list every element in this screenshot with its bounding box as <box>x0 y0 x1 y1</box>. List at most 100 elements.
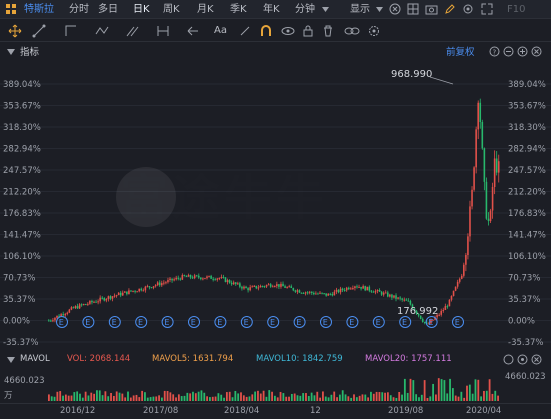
earnings-marker[interactable]: E <box>108 316 121 328</box>
earnings-marker[interactable]: E <box>346 316 359 328</box>
close-circle-icon[interactable] <box>389 3 401 15</box>
volume-bar <box>237 393 240 401</box>
mavol5-value: MAVOL5: 1631.794 <box>152 354 234 364</box>
volume-bar <box>48 394 50 401</box>
collapse-triangle-icon[interactable] <box>7 357 15 363</box>
svg-text:E: E <box>191 318 196 327</box>
volume-bar <box>361 394 364 401</box>
candle <box>376 289 379 292</box>
earnings-marker[interactable]: E <box>399 316 412 328</box>
volume-bar <box>59 391 62 401</box>
earnings-marker[interactable]: E <box>320 316 332 328</box>
close-icon[interactable] <box>531 354 542 365</box>
polyline-tool-icon[interactable] <box>95 24 109 38</box>
trash-icon[interactable] <box>321 24 335 38</box>
high-leader-line <box>429 76 454 85</box>
y-tick-label-left: 70.73% <box>3 274 35 284</box>
help-icon[interactable] <box>503 354 514 365</box>
volume-chart[interactable]: 4660.023 4660.023 万 <box>0 367 551 403</box>
measure-tool-icon[interactable] <box>156 24 170 38</box>
close-icon[interactable] <box>531 46 542 57</box>
earnings-marker[interactable]: E <box>372 316 385 328</box>
y-tick-label-right: 106.10% <box>508 252 546 262</box>
f10-label[interactable]: F10 <box>507 2 525 17</box>
earnings-marker[interactable]: E <box>240 316 253 328</box>
channel-tool-icon[interactable] <box>126 24 140 38</box>
volume-header: MAVOL VOL: 2068.144 MAVOL5: 1631.794 MAV… <box>0 353 551 367</box>
volume-bar <box>257 390 259 401</box>
zoom-in-icon[interactable] <box>517 46 528 57</box>
chevron-down-icon[interactable] <box>376 7 383 12</box>
camera-icon[interactable] <box>425 3 438 15</box>
tab-weekly-k[interactable]: 周K <box>163 2 180 17</box>
volume-bar <box>73 392 76 401</box>
gear-icon[interactable] <box>367 24 381 38</box>
tab-quarterly-k[interactable]: 季K <box>230 2 247 17</box>
display-menu[interactable]: 显示 <box>350 2 370 17</box>
candle <box>48 320 50 322</box>
volume-bar <box>285 396 288 401</box>
zoom-out-icon[interactable] <box>503 46 514 57</box>
tab-yearly-k[interactable]: 年K <box>263 2 280 17</box>
candle <box>485 181 488 219</box>
earnings-marker[interactable]: E <box>188 316 200 328</box>
volume-title[interactable]: MAVOL <box>20 354 50 364</box>
line-tool-icon[interactable] <box>32 24 46 38</box>
pencil-icon[interactable] <box>444 3 456 15</box>
candle <box>259 285 262 288</box>
brush-tool-icon[interactable] <box>238 24 252 38</box>
tab-daily-k[interactable]: 日K <box>133 2 150 17</box>
tab-multiday[interactable]: 多日 <box>98 2 118 17</box>
candle <box>310 291 313 293</box>
chevron-down-icon[interactable] <box>322 7 329 12</box>
candle <box>218 277 221 279</box>
earnings-marker[interactable]: E <box>214 316 227 328</box>
earnings-marker[interactable]: E <box>267 316 280 328</box>
lock-icon[interactable] <box>301 24 315 38</box>
candle <box>107 296 110 300</box>
earnings-marker[interactable]: E <box>82 316 95 328</box>
grid-icon[interactable] <box>5 3 18 16</box>
candle <box>446 306 449 308</box>
volume-bar <box>141 390 144 401</box>
candle <box>450 296 453 300</box>
text-tool-icon[interactable]: Aa <box>214 23 227 38</box>
adjust-mode-button[interactable]: 前复权 <box>446 45 475 60</box>
grid-layout-icon[interactable] <box>407 3 419 15</box>
tab-intraday[interactable]: 分时 <box>69 2 89 17</box>
tab-minute[interactable]: 分钟 <box>295 2 315 17</box>
arrow-left-icon[interactable] <box>186 24 200 38</box>
expand-icon[interactable] <box>481 3 493 15</box>
earnings-marker[interactable]: E <box>452 316 464 328</box>
candle <box>317 293 319 295</box>
settings-icon[interactable] <box>462 3 474 15</box>
symbol-tab[interactable]: 特斯拉 <box>24 2 54 17</box>
volume-bar <box>457 396 460 401</box>
link-icon[interactable] <box>344 24 360 38</box>
tab-monthly-k[interactable]: 月K <box>197 2 214 17</box>
indicator-label[interactable]: 指标 <box>20 45 39 60</box>
volume-bar <box>443 380 446 401</box>
volume-bar <box>322 391 324 401</box>
magnet-icon[interactable] <box>259 24 273 38</box>
candle <box>105 299 108 301</box>
earnings-marker[interactable]: E <box>135 316 148 328</box>
move-cross-icon[interactable] <box>8 24 22 38</box>
eye-icon[interactable] <box>281 24 295 38</box>
candle <box>140 288 143 291</box>
candle <box>189 274 192 278</box>
candle <box>319 292 321 294</box>
earnings-marker[interactable]: E <box>56 316 68 328</box>
help-icon[interactable]: ? <box>489 46 500 57</box>
earnings-marker[interactable]: E <box>161 316 174 328</box>
collapse-triangle-icon[interactable] <box>7 49 15 55</box>
candle <box>158 282 161 286</box>
earnings-marker[interactable]: E <box>425 316 438 328</box>
earnings-marker[interactable]: E <box>293 316 306 328</box>
settings-icon[interactable] <box>517 354 528 365</box>
volume-bar <box>389 395 392 401</box>
price-chart[interactable]: 富途牛牛 389.04% 389.04%353.67% 353.67%318.30%… <box>0 62 551 352</box>
candle <box>452 290 455 297</box>
candle <box>128 290 130 295</box>
ray-tool-icon[interactable] <box>64 24 78 38</box>
